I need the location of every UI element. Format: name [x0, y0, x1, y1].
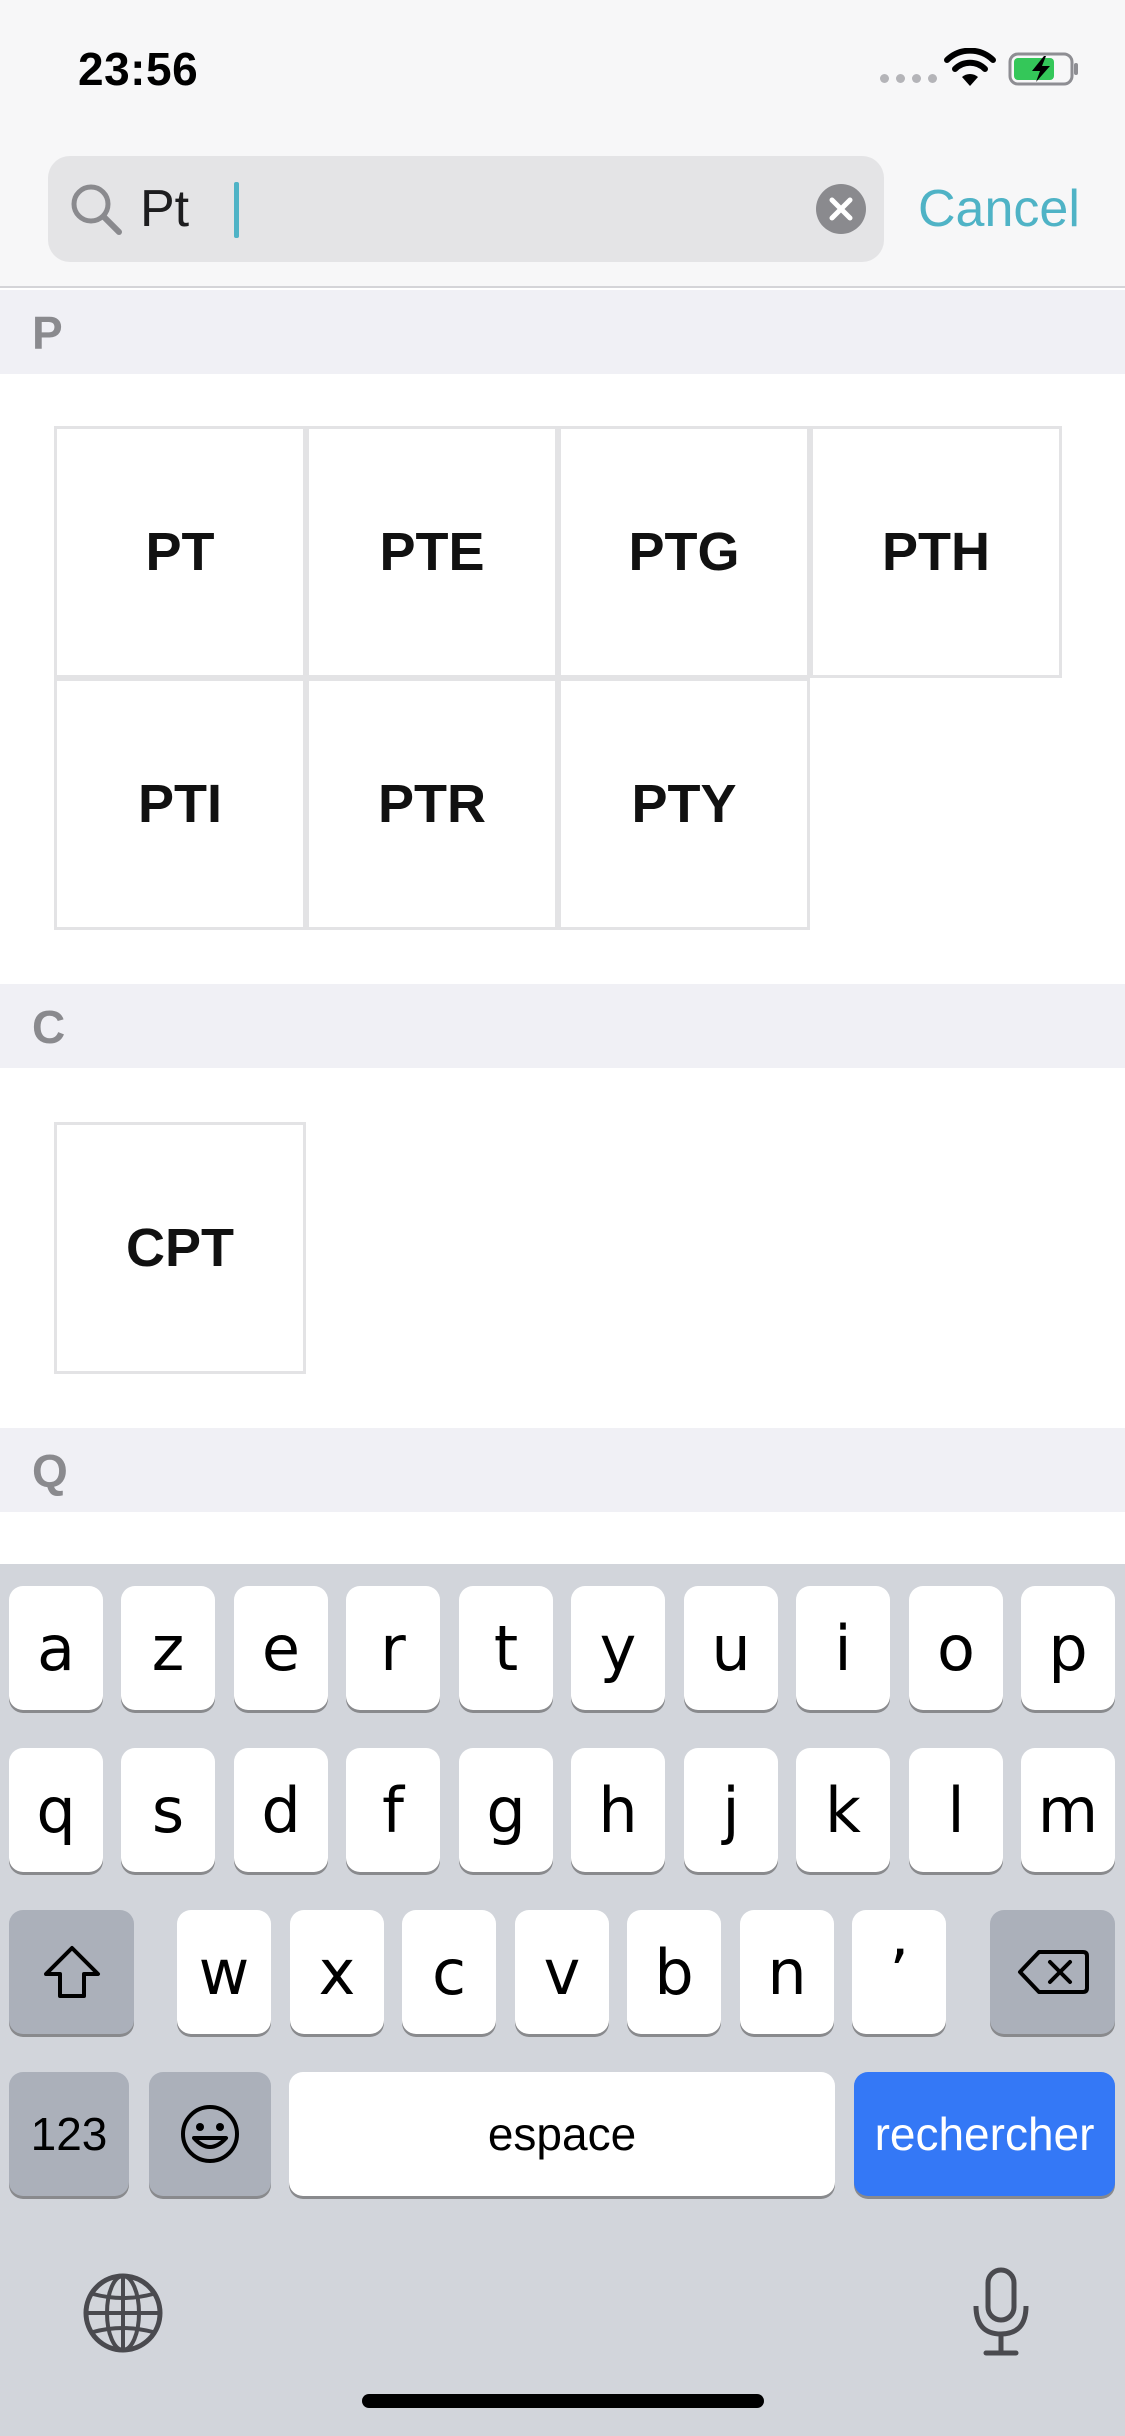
key[interactable]: g — [459, 1748, 553, 1872]
key[interactable]: v — [515, 1910, 609, 2034]
status-time: 23:56 — [78, 43, 199, 95]
key[interactable]: m — [1021, 1748, 1115, 1872]
home-indicator — [362, 2394, 764, 2408]
key[interactable]: f — [346, 1748, 440, 1872]
key[interactable]: l — [909, 1748, 1003, 1872]
cellular-signal-icon — [880, 74, 937, 83]
result-tile[interactable]: PTI — [54, 678, 306, 930]
result-tile[interactable]: PT — [54, 426, 306, 678]
backspace-key[interactable] — [990, 1910, 1115, 2034]
result-tile[interactable]: CPT — [54, 1122, 306, 1374]
search-input[interactable]: Pt — [140, 176, 189, 242]
key[interactable]: n — [740, 1910, 834, 2034]
key[interactable]: k — [796, 1748, 890, 1872]
result-tile[interactable]: PTR — [306, 678, 558, 930]
key[interactable]: i — [796, 1586, 890, 1710]
key[interactable]: c — [402, 1910, 496, 2034]
shift-icon — [43, 1946, 100, 1998]
key[interactable]: h — [571, 1748, 665, 1872]
clear-icon[interactable] — [816, 184, 866, 234]
emoji-key[interactable] — [149, 2072, 271, 2196]
text-caret — [234, 182, 239, 238]
status-bar: 23:56 — [0, 0, 1125, 140]
key[interactable]: y — [571, 1586, 665, 1710]
section-letter: C — [32, 1001, 66, 1053]
backspace-icon — [1017, 1950, 1089, 1994]
key[interactable]: u — [684, 1586, 778, 1710]
key[interactable]: w — [177, 1910, 271, 2034]
key[interactable]: z — [121, 1586, 215, 1710]
section-letter: Q — [32, 1445, 68, 1497]
shift-key[interactable] — [9, 1910, 134, 2034]
key[interactable]: q — [9, 1748, 103, 1872]
key[interactable]: ’ — [852, 1910, 946, 2034]
result-tile[interactable]: PTY — [558, 678, 810, 930]
key[interactable]: p — [1021, 1586, 1115, 1710]
key[interactable]: j — [684, 1748, 778, 1872]
microphone-icon[interactable] — [966, 2266, 1036, 2358]
wifi-icon — [944, 48, 996, 86]
search-icon — [71, 184, 122, 235]
section-letter: P — [32, 307, 63, 359]
section-header-c: C — [0, 984, 1125, 1068]
key[interactable]: b — [627, 1910, 721, 2034]
section-header-p: P — [0, 290, 1125, 374]
battery-charging-icon — [1008, 52, 1078, 86]
keyboard: a z e r t y u i o p q s d f g h j k l m … — [0, 1564, 1125, 2436]
key[interactable]: a — [9, 1586, 103, 1710]
globe-icon[interactable] — [82, 2272, 164, 2354]
numbers-key[interactable]: 123 — [9, 2072, 129, 2196]
key[interactable]: r — [346, 1586, 440, 1710]
key[interactable]: d — [234, 1748, 328, 1872]
result-tile[interactable]: PTG — [558, 426, 810, 678]
key[interactable]: e — [234, 1586, 328, 1710]
key[interactable]: o — [909, 1586, 1003, 1710]
search-return-key[interactable]: rechercher — [854, 2072, 1115, 2196]
key[interactable]: t — [459, 1586, 553, 1710]
search-field[interactable]: Pt — [48, 156, 884, 262]
key[interactable]: s — [121, 1748, 215, 1872]
result-tile[interactable]: PTH — [810, 426, 1062, 678]
section-header-q: Q — [0, 1428, 1125, 1512]
key[interactable]: x — [290, 1910, 384, 2034]
emoji-icon — [181, 2105, 239, 2163]
space-key[interactable]: espace — [289, 2072, 835, 2196]
cancel-button[interactable]: Cancel — [918, 176, 1080, 242]
result-tile[interactable]: PTE — [306, 426, 558, 678]
search-header: Pt Cancel — [0, 140, 1125, 288]
